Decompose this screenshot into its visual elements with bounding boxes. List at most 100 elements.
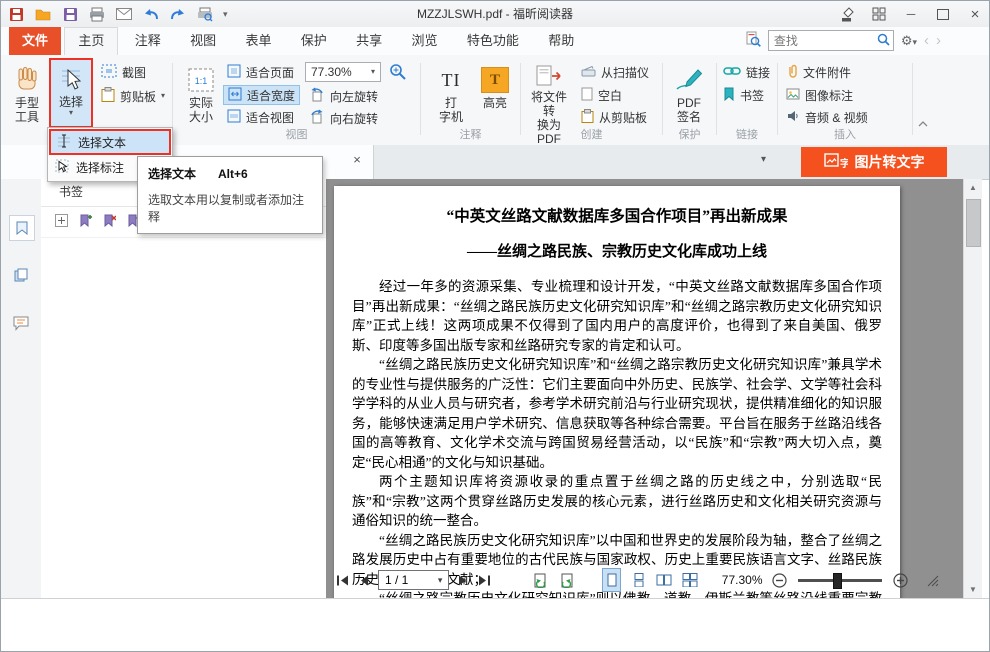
convert-to-pdf-button[interactable]: 将文件转换为PDF [525, 58, 573, 128]
tab-help[interactable]: 帮助 [535, 27, 587, 55]
tab-home[interactable]: 主页 [64, 27, 118, 56]
continuous-view-button[interactable] [630, 569, 647, 591]
pages-panel-icon[interactable] [9, 263, 33, 287]
status-toolbar: 1 / 1 ▾ 77.30% [326, 566, 963, 594]
bookmark-ribbon-icon [723, 87, 735, 104]
tab-protect[interactable]: 保护 [288, 27, 340, 55]
pdf-sign-button[interactable]: PDF签名 [667, 58, 711, 128]
zoom-combobox[interactable]: 77.30% ▾ [305, 62, 381, 82]
tab-file[interactable]: 文件 [9, 27, 61, 55]
fit-page-icon [227, 64, 241, 81]
scroll-up-icon[interactable]: ▲ [964, 179, 982, 196]
zoom-in-tool-icon[interactable] [389, 63, 407, 84]
find-options-gear-icon[interactable]: ⚙▾ [901, 33, 917, 49]
page-number-box[interactable]: 1 / 1 ▾ [378, 570, 449, 590]
previous-view-button[interactable] [533, 570, 549, 590]
find-doc-icon[interactable] [745, 31, 761, 50]
find-previous-icon[interactable]: ‹ [924, 32, 929, 49]
navigation-strip [1, 179, 42, 598]
bookmarks-panel-icon[interactable] [9, 215, 35, 241]
typewriter-button[interactable]: TI 打字机 [429, 58, 473, 128]
blank-page-button[interactable]: 空白 [577, 85, 626, 105]
from-scanner-button[interactable]: 从扫描仪 [577, 62, 653, 82]
zoom-in-button[interactable] [893, 570, 908, 590]
tooltip-shortcut: Alt+6 [218, 167, 248, 181]
fit-width-button[interactable]: 适合宽度 [223, 85, 300, 105]
select-text-icon [57, 134, 71, 151]
ocr-button[interactable]: 字 图片转文字 [801, 147, 947, 177]
restore-button[interactable] [935, 6, 951, 22]
fit-page-button[interactable]: 适合页面 [223, 62, 298, 82]
document-subtitle: ——丝绸之路民族、宗教历史文化库成功上线 [352, 240, 882, 261]
print-preview-button[interactable] [196, 5, 214, 23]
ui-layout-button[interactable] [871, 6, 887, 22]
print-button[interactable] [88, 5, 106, 23]
actual-size-button[interactable]: 1:1 实际大小 [179, 58, 223, 128]
image-annotation-button[interactable]: 图像标注 [782, 85, 857, 105]
document-paragraph: 两个主题知识库将资源收录的重点置于丝绸之路的历史线之中，分别选取“民族”和“宗教… [352, 472, 882, 531]
hand-tool-button[interactable]: 手型工具 [5, 58, 49, 128]
next-page-button[interactable] [458, 570, 468, 590]
titlebar: ▾ MZZJLSWH.pdf - 福昕阅读器 ─ × [1, 1, 989, 28]
email-button[interactable] [115, 5, 133, 23]
add-bookmark-icon[interactable] [79, 214, 92, 230]
previous-page-button[interactable] [359, 570, 369, 590]
collapse-ribbon-icon[interactable] [915, 117, 931, 131]
audio-video-button[interactable]: 音频 & 视频 [782, 107, 872, 127]
close-button[interactable]: × [967, 6, 983, 22]
zoom-slider-handle[interactable] [833, 573, 842, 589]
highlight-button[interactable]: T 高亮 [473, 58, 517, 128]
bookmark-button[interactable]: 书签 [719, 85, 768, 105]
ribbon-group-view: 1:1 实际大小 适合页面 适合宽度 适合视图 77.30% ▾ [173, 55, 420, 145]
clipboard-button[interactable]: 剪贴板 ▾ [97, 86, 169, 106]
menu-item-select-text[interactable]: 选择文本 [49, 129, 171, 155]
scrollbar-thumb[interactable] [966, 199, 981, 247]
tab-close-icon[interactable]: × [349, 152, 365, 168]
tab-view[interactable]: 视图 [177, 27, 229, 55]
resize-grip[interactable] [926, 570, 939, 590]
pdf-page[interactable]: “中英文丝路文献数据库多国合作项目”再出新成果 ——丝绸之路民族、宗教历史文化库… [334, 186, 900, 598]
undo-button[interactable] [142, 5, 160, 23]
tab-share[interactable]: 共享 [343, 27, 395, 55]
search-icon[interactable] [877, 33, 890, 49]
file-attachment-button[interactable]: 文件附件 [782, 62, 855, 82]
link-button[interactable]: 链接 [719, 62, 774, 82]
delete-bookmark-icon[interactable] [103, 214, 116, 230]
scroll-down-icon[interactable]: ▼ [964, 581, 982, 598]
redo-button[interactable] [169, 5, 187, 23]
tab-features[interactable]: 特色功能 [454, 27, 532, 55]
tab-list-caret-icon[interactable]: ▾ [761, 154, 766, 165]
from-clipboard-button[interactable]: 从剪贴板 [577, 107, 651, 127]
vertical-scrollbar[interactable]: ▲ ▼ [963, 179, 982, 598]
expand-bookmarks-icon[interactable] [55, 214, 68, 230]
screenshot-button[interactable]: 截图 [97, 62, 150, 82]
tooltip-description: 选取文本用以复制或者添加注释 [148, 191, 312, 225]
save-as-button[interactable] [61, 5, 79, 23]
save-button[interactable] [7, 5, 25, 23]
ink-signature-button[interactable] [839, 6, 855, 22]
rotate-right-button[interactable]: 向右旋转 [305, 108, 382, 128]
search-input[interactable] [772, 33, 877, 49]
page-box-caret-icon: ▾ [438, 575, 443, 586]
tab-form[interactable]: 表单 [232, 27, 284, 55]
svg-text:字: 字 [840, 157, 848, 170]
fit-visible-button[interactable]: 适合视图 [223, 107, 298, 127]
open-file-button[interactable] [34, 5, 52, 23]
facing-view-button[interactable] [656, 569, 673, 591]
zoom-out-button[interactable] [772, 570, 787, 590]
tab-comment[interactable]: 注释 [122, 27, 174, 55]
select-tool-button[interactable]: 选择 ▾ [49, 58, 93, 128]
rotate-left-button[interactable]: 向左旋转 [305, 86, 382, 106]
single-page-view-button[interactable] [602, 568, 621, 592]
next-view-button[interactable] [558, 570, 574, 590]
zoom-slider[interactable] [798, 579, 882, 582]
first-page-button[interactable] [336, 570, 350, 590]
find-next-icon[interactable]: › [936, 32, 941, 49]
group-label-create: 创建 [521, 126, 662, 142]
tab-browse[interactable]: 浏览 [399, 27, 451, 55]
comments-panel-icon[interactable] [9, 311, 33, 335]
last-page-button[interactable] [477, 570, 491, 590]
continuous-facing-view-button[interactable] [682, 569, 699, 591]
minimize-button[interactable]: ─ [903, 6, 919, 22]
qat-caret-icon[interactable]: ▾ [223, 9, 228, 20]
